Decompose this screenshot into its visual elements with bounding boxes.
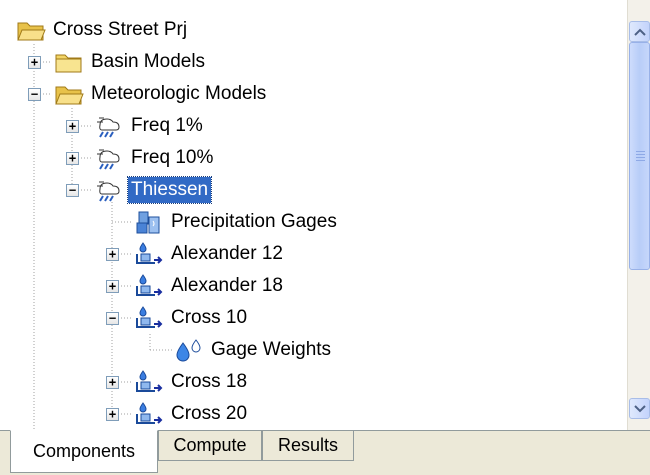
scroll-down-button[interactable] [629, 398, 650, 419]
explorer-tab-bar: Components Compute Results [0, 430, 650, 475]
expand-alexander-12[interactable]: + [106, 248, 119, 261]
thumb-grip-line [636, 154, 645, 155]
tree-node-cross-20[interactable]: Cross 20 [134, 399, 250, 429]
tab-label: Results [277, 435, 339, 455]
precipitation-gage-icon [136, 402, 163, 424]
thumb-grip-line [636, 151, 645, 152]
tab-results[interactable]: Results [262, 431, 354, 461]
meteorologic-model-icon [97, 149, 120, 170]
hms-watershed-explorer: + − + + − + + − + + Cross Street Prj Bas… [0, 0, 650, 475]
tree-node-freq-10[interactable]: Freq 10% [94, 143, 216, 173]
meteorologic-model-icon [97, 181, 120, 202]
expand-freq-1[interactable]: + [66, 120, 79, 133]
collapse-meteorologic-models[interactable]: − [28, 88, 41, 101]
tree-node-freq-1[interactable]: Freq 1% [94, 111, 206, 141]
tree-label: Cross 18 [171, 371, 248, 392]
tree-label: Cross 20 [171, 403, 248, 424]
collapse-cross-10[interactable]: − [106, 312, 119, 325]
tree-node-meteorologic-models[interactable]: Meteorologic Models [54, 79, 269, 109]
precipitation-gage-icon [136, 370, 163, 392]
scroll-thumb[interactable] [629, 42, 650, 270]
tab-components[interactable]: Components [10, 430, 158, 473]
folder-open-icon [55, 86, 84, 105]
expand-freq-10[interactable]: + [66, 152, 79, 165]
tree-node-alexander-12[interactable]: Alexander 12 [134, 239, 286, 269]
tree-label: Gage Weights [211, 339, 332, 360]
tree-node-alexander-18[interactable]: Alexander 18 [134, 271, 286, 301]
thumb-grip-line [636, 160, 645, 161]
tree-label: Cross 10 [171, 307, 248, 328]
tree-node-project[interactable]: Cross Street Prj [16, 15, 190, 45]
component-tree[interactable]: + − + + − + + − + + Cross Street Prj Bas… [0, 0, 627, 430]
folder-open-icon [17, 22, 46, 41]
tree-node-thiessen[interactable]: Thiessen [94, 175, 213, 205]
expand-alexander-18[interactable]: + [106, 280, 119, 293]
thumb-grip-line [636, 157, 645, 158]
tree-label: Basin Models [91, 51, 206, 72]
tree-label: Alexander 12 [171, 243, 283, 264]
chevron-down-icon [634, 405, 646, 413]
tree-node-precipitation-gages[interactable]: Precipitation Gages [134, 207, 340, 237]
tab-label: Compute [173, 435, 247, 455]
tree-node-basin-models[interactable]: Basin Models [54, 47, 208, 77]
expand-cross-18[interactable]: + [106, 376, 119, 389]
precipitation-gage-icon [136, 242, 163, 264]
tree-node-cross-10[interactable]: Cross 10 [134, 303, 250, 333]
scroll-up-button[interactable] [629, 21, 650, 42]
expand-cross-20[interactable]: + [106, 408, 119, 421]
gage-weights-icon [176, 339, 201, 362]
tab-label: Components [32, 441, 136, 461]
precipitation-gage-icon [136, 306, 163, 328]
tree-node-gage-weights[interactable]: Gage Weights [174, 335, 334, 365]
expand-basin-models[interactable]: + [28, 56, 41, 69]
precipitation-gage-icon [136, 274, 163, 296]
chevron-up-icon [634, 28, 646, 36]
folder-icon [55, 54, 82, 73]
tree-label: Freq 10% [131, 147, 214, 168]
tree-node-cross-18[interactable]: Cross 18 [134, 367, 250, 397]
meteorologic-model-icon [97, 117, 120, 138]
collapse-thiessen[interactable]: − [66, 184, 79, 197]
precipitation-gages-icon [136, 211, 160, 234]
tree-label: Freq 1% [131, 115, 203, 136]
tree-label: Precipitation Gages [171, 211, 337, 232]
tab-compute[interactable]: Compute [158, 431, 262, 461]
vertical-scrollbar[interactable] [627, 0, 650, 430]
tree-label: Alexander 18 [171, 275, 283, 296]
tree-label: Cross Street Prj [53, 19, 188, 40]
tree-label-selected: Thiessen [126, 176, 213, 204]
tree-label: Meteorologic Models [91, 83, 267, 104]
